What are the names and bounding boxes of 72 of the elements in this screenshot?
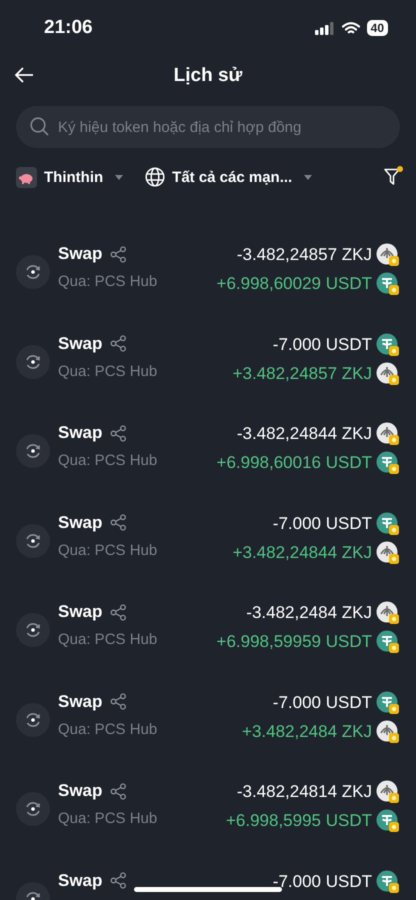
network-selector[interactable]: Tất cả các mạn... <box>145 167 312 187</box>
wifi-icon <box>342 22 360 34</box>
token-amount: -7.000 USDT <box>272 514 372 534</box>
coin-icon <box>376 720 400 744</box>
pig-icon <box>16 166 37 188</box>
transaction-route: Qua: PCS Hub <box>58 362 158 380</box>
search-icon <box>30 117 49 136</box>
share-icon[interactable] <box>110 604 128 620</box>
coin-icon <box>376 690 400 714</box>
share-icon[interactable] <box>110 424 128 442</box>
coin-icon <box>376 540 400 564</box>
swap-icon <box>16 344 50 378</box>
transaction-title: Swap <box>58 602 102 622</box>
coin-icon <box>376 332 400 356</box>
transaction-title: Swap <box>58 334 102 354</box>
coin-icon <box>376 512 400 536</box>
token-amount: -7.000 USDT <box>272 334 372 354</box>
share-icon[interactable] <box>110 693 128 710</box>
token-amount: +3.482,24857 ZKJ <box>232 364 372 384</box>
coin-icon <box>376 809 400 833</box>
coin-icon <box>376 630 400 654</box>
wallet-selector[interactable]: Thinthin <box>16 166 124 188</box>
share-icon[interactable] <box>110 335 128 352</box>
share-icon[interactable] <box>110 246 128 262</box>
transaction-title: Swap <box>58 423 102 443</box>
coin-icon <box>376 422 400 446</box>
share-icon[interactable] <box>110 872 128 889</box>
transaction-route: Qua: PCS Hub <box>58 631 158 648</box>
signal-icon <box>314 22 335 34</box>
battery-level: 40 <box>366 20 388 36</box>
transaction-route: Qua: PCS Hub <box>58 452 158 469</box>
token-amount: -3.482,24844 ZKJ <box>236 424 372 444</box>
coin-icon <box>376 272 400 296</box>
transaction-title: Swap <box>58 512 102 532</box>
transaction-route: Qua: PCS Hub <box>58 273 158 290</box>
transaction-route: Qua: PCS Hub <box>58 720 158 738</box>
swap-icon <box>16 255 50 289</box>
transaction-title: Swap <box>58 692 102 712</box>
status-time: 21:06 <box>44 17 93 39</box>
transaction-route: Qua: PCS Hub <box>58 810 158 827</box>
transaction-title: Swap <box>58 244 102 264</box>
transaction-title: Swap <box>58 781 102 801</box>
token-amount: +6.998,60029 USDT <box>216 274 372 294</box>
token-amount: -7.000 USDT <box>272 872 372 892</box>
swap-icon <box>16 613 50 647</box>
coin-icon <box>376 870 400 894</box>
coin-icon <box>376 780 400 804</box>
swap-icon <box>16 524 50 558</box>
swap-icon <box>16 792 50 826</box>
share-icon[interactable] <box>110 782 128 800</box>
token-amount: -3.482,2484 ZKJ <box>246 603 372 623</box>
token-amount: -3.482,24814 ZKJ <box>236 782 372 802</box>
swap-icon <box>16 702 50 736</box>
globe-icon <box>145 167 166 187</box>
search-field[interactable]: Ký hiệu token hoặc địa chỉ hợp đồng <box>16 106 400 148</box>
swap-icon <box>16 434 50 468</box>
token-amount: +6.998,60016 USDT <box>216 453 372 473</box>
coin-icon <box>376 601 400 625</box>
token-amount: +6.998,5995 USDT <box>226 811 372 831</box>
coin-icon <box>376 451 400 475</box>
page-title: Lịch sử <box>174 65 242 87</box>
coin-icon <box>376 243 400 267</box>
token-amount: -3.482,24857 ZKJ <box>236 245 372 265</box>
token-amount: +6.998,59959 USDT <box>216 632 372 652</box>
filter-button[interactable] <box>384 168 400 186</box>
transaction-title: Swap <box>58 870 102 890</box>
token-amount: -7.000 USDT <box>272 692 372 712</box>
share-icon[interactable] <box>110 514 128 531</box>
token-amount: +3.482,2484 ZKJ <box>242 722 372 742</box>
coin-icon <box>376 362 400 386</box>
transaction-route: Qua: PCS Hub <box>58 542 158 558</box>
token-amount: +3.482,24844 ZKJ <box>232 542 372 562</box>
